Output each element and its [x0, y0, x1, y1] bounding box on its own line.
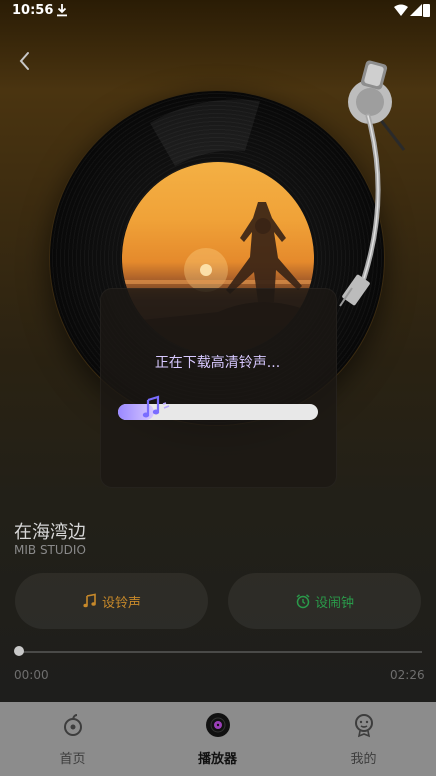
music-note-icon: [142, 395, 170, 418]
tab-label: 首页: [59, 752, 86, 767]
download-dialog: [100, 288, 337, 488]
artist-name: MIB STUDIO: [14, 543, 86, 557]
seek-handle[interactable]: [14, 646, 24, 656]
alarm-clock-icon: [296, 594, 310, 609]
tab-profile[interactable]: 我的: [291, 702, 436, 776]
battery-icon: [423, 4, 430, 17]
music-note-icon: [83, 593, 96, 608]
tab-home[interactable]: 首页: [0, 702, 145, 776]
set-alarm-button[interactable]: 设闹钟: [228, 573, 421, 629]
signal-icon: [410, 4, 422, 16]
song-title: 在海湾边: [14, 522, 86, 543]
total-time: 02:26: [390, 668, 425, 682]
set-alarm-label: 设闹钟: [314, 595, 354, 611]
tab-label: 我的: [350, 752, 377, 767]
tab-label: 播放器: [197, 752, 237, 767]
download-message: 正在下载高清铃声...: [154, 355, 281, 371]
tab-player[interactable]: 播放器: [145, 702, 290, 776]
download-icon: [57, 4, 67, 17]
back-button[interactable]: [12, 48, 38, 74]
set-ringtone-label: 设铃声: [101, 595, 141, 611]
seek-bar[interactable]: [18, 651, 422, 653]
status-time: 10:56: [12, 3, 54, 18]
current-time: 00:00: [14, 668, 49, 682]
bottom-tab-bar: 首页 播放器 我的: [0, 702, 436, 776]
status-bar: 10:56: [0, 0, 436, 22]
set-ringtone-button[interactable]: 设铃声: [15, 573, 208, 629]
tonearm: [339, 60, 406, 307]
wifi-icon: [394, 4, 408, 16]
home-icon: [64, 714, 82, 736]
profile-icon: [355, 714, 373, 738]
vinyl-icon: [206, 713, 230, 737]
